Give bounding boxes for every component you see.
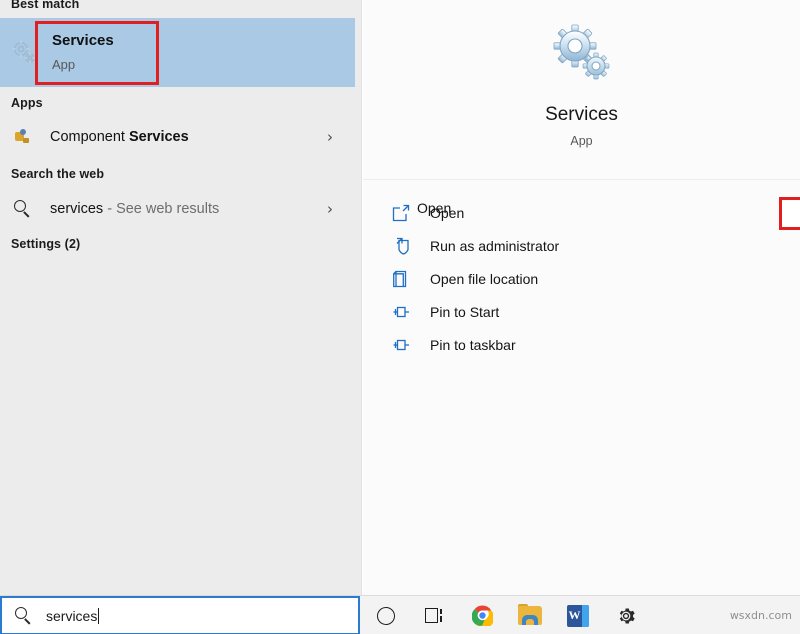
taskbar: services [0,595,800,634]
run-as-administrator-action-item[interactable]: Run as administrator [363,229,800,262]
best-match-title: Services [52,31,114,51]
web-result-suffix: - See web results [103,201,219,217]
open-external-icon [390,202,412,224]
action-label: Run as administrator [430,238,559,254]
task-view-icon [423,607,445,625]
pin-icon [390,334,412,356]
taskbar-chrome-button[interactable] [458,596,506,634]
best-match-subtitle: App [52,55,114,75]
open-file-location-action-item[interactable]: Open file location [363,262,800,295]
component-services-icon [13,126,35,148]
best-match-text: Services App [52,31,114,75]
web-result-query: services [50,201,103,217]
group-header-best-match: Best match [0,0,79,11]
component-services-prefix: Component [50,129,129,145]
gear-icon [616,606,636,626]
search-icon [14,606,34,626]
app-preview-header: Services App [363,0,800,180]
search-input[interactable]: services [0,596,360,634]
best-match-services-item[interactable]: Services App [0,18,355,87]
chrome-icon [472,605,493,626]
taskbar-file-explorer-button[interactable] [506,596,554,634]
text-caret [98,608,99,624]
app-preview-subtitle: App [363,134,800,148]
pin-to-start-action-item[interactable]: Pin to Start [363,295,800,328]
shield-admin-icon [390,235,412,257]
search-icon [13,198,35,220]
group-header-settings: Settings (2) [0,237,80,251]
taskbar-settings-button[interactable] [602,596,650,634]
word-icon: W [567,605,589,627]
app-preview-panel: Services App Open [363,0,800,595]
group-header-search-the-web: Search the web [0,167,104,181]
taskbar-cortana-button[interactable] [362,596,410,634]
folder-location-icon [390,268,412,290]
group-header-apps: Apps [0,96,43,110]
search-input-value: services [46,608,99,624]
site-watermark: wsxdn.com [730,609,792,622]
pin-icon [390,301,412,323]
result-item-web-search[interactable]: services - See web results › [0,190,355,228]
web-result-label: services - See web results [50,201,219,217]
result-item-component-services[interactable]: Component Services › [0,118,355,156]
cortana-circle-icon [377,607,395,625]
word-letter: W [567,605,582,627]
chevron-right-icon[interactable]: › [327,128,333,146]
open-action-label-overlay: Open [417,200,451,216]
action-label: Pin to taskbar [430,337,516,353]
taskbar-word-button[interactable]: W [554,596,602,634]
app-preview-title: Services [363,104,800,126]
search-text: services [46,608,97,624]
services-gear-icon [8,37,40,69]
folder-icon [518,606,542,625]
taskbar-task-view-button[interactable] [410,596,458,634]
action-label: Open file location [430,271,538,287]
app-actions-list: Open Run as administrator [363,196,800,361]
component-services-match: Services [129,129,189,145]
action-label: Pin to Start [430,304,499,320]
result-item-label: Component Services [50,129,189,145]
services-gear-icon [549,22,615,82]
windows-search-overlay: Best match [0,0,800,634]
taskbar-buttons: W [362,596,650,634]
chevron-right-icon[interactable]: › [327,200,333,218]
search-results-panel: Best match [0,0,362,595]
pin-to-taskbar-action-item[interactable]: Pin to taskbar [363,328,800,361]
